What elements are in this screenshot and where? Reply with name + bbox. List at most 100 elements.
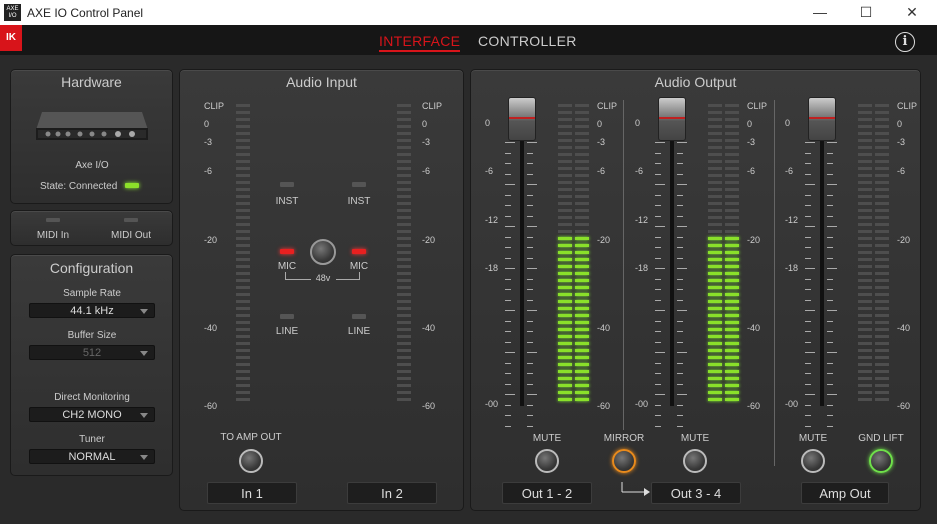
scale-label: -6	[897, 166, 906, 176]
meter-segment	[725, 356, 739, 359]
output-meter	[708, 104, 722, 406]
meter-segment	[397, 349, 411, 352]
meter-segment	[858, 209, 872, 212]
mirror-knob[interactable]	[612, 449, 636, 473]
meter-segment	[725, 321, 739, 324]
meter-segment	[575, 321, 589, 324]
meter-segment	[875, 209, 889, 212]
meter-segment	[575, 160, 589, 163]
out34-mute-knob[interactable]	[683, 449, 707, 473]
scale-label: -60	[204, 401, 218, 411]
meter-segment	[858, 118, 872, 121]
device-image	[36, 112, 148, 140]
meter-segment	[236, 174, 250, 177]
input-2-inst-label[interactable]: INST	[348, 196, 371, 207]
amp-out-button[interactable]: Amp Out	[801, 482, 889, 504]
fader-tick	[527, 163, 533, 164]
tab-interface[interactable]: INTERFACE	[379, 33, 461, 52]
scale-label: -20	[204, 235, 218, 245]
out12-button[interactable]: Out 1 - 2	[502, 482, 592, 504]
tab-controller[interactable]: CONTROLLER	[478, 33, 577, 49]
meter-segment	[558, 153, 572, 156]
meter-segment	[708, 132, 722, 135]
to-amp-out-knob[interactable]	[239, 449, 263, 473]
fader-track[interactable]	[670, 110, 674, 406]
sample-rate-select[interactable]: 44.1 kHz	[29, 303, 155, 318]
meter-segment	[575, 118, 589, 121]
meter-segment	[725, 349, 739, 352]
fader-tick	[527, 268, 537, 269]
close-button[interactable]: ✕	[889, 0, 935, 25]
info-icon[interactable]: i	[895, 32, 915, 52]
fader-tick	[505, 268, 515, 269]
input-2-button[interactable]: In 2	[347, 482, 437, 504]
fader-track[interactable]	[520, 110, 524, 406]
meter-segment	[858, 349, 872, 352]
meter-segment	[708, 230, 722, 233]
meter-segment	[558, 251, 572, 254]
meter-segment	[575, 251, 589, 254]
fader-tick	[527, 184, 537, 185]
gnd-lift-knob[interactable]	[869, 449, 893, 473]
fader-tick	[505, 184, 515, 185]
input-2-mic-label[interactable]: MIC	[350, 261, 368, 272]
out34-button[interactable]: Out 3 - 4	[651, 482, 741, 504]
meter-segment	[875, 328, 889, 331]
direct-monitoring-label: Direct Monitoring	[54, 392, 130, 403]
fader-tick	[655, 152, 661, 154]
meter-segment	[725, 307, 739, 310]
fader-handle[interactable]	[808, 97, 836, 141]
fader-tick	[805, 383, 811, 385]
meter-segment	[236, 370, 250, 373]
input-1-button[interactable]: In 1	[207, 482, 297, 504]
fader-handle[interactable]	[508, 97, 536, 141]
amp-mute-knob[interactable]	[801, 449, 825, 473]
meter-segment	[397, 286, 411, 289]
direct-monitoring-select[interactable]: CH2 MONO	[29, 407, 155, 422]
meter-segment	[858, 286, 872, 289]
fader-tick	[527, 341, 533, 343]
phantom-power-knob[interactable]	[310, 239, 336, 265]
input-1-mic-label[interactable]: MIC	[278, 261, 296, 272]
meter-segment	[875, 223, 889, 226]
scale-label: -40	[422, 323, 436, 333]
meter-segment	[858, 279, 872, 282]
meter-segment	[397, 342, 411, 345]
fader-tick	[827, 163, 833, 164]
input-1-line-label[interactable]: LINE	[276, 326, 298, 337]
input-1-inst-led	[280, 182, 294, 187]
buffer-size-select[interactable]: 512	[29, 345, 155, 360]
fader-tick	[655, 289, 661, 290]
meter-segment	[397, 153, 411, 156]
meter-segment	[558, 132, 572, 135]
maximize-button[interactable]: ☐	[843, 0, 889, 25]
fader-tick	[527, 278, 533, 280]
input-2-line-led	[352, 314, 366, 319]
meter-segment	[236, 349, 250, 352]
fader-handle[interactable]	[658, 97, 686, 141]
meter-segment	[725, 167, 739, 170]
fader-tick	[655, 205, 661, 206]
input-1-inst-label[interactable]: INST	[276, 196, 299, 207]
tuner-select[interactable]: NORMAL	[29, 449, 155, 464]
fader-tick	[805, 425, 811, 427]
minimize-button[interactable]: —	[797, 0, 843, 25]
meter-segment	[558, 356, 572, 359]
status-led	[125, 183, 139, 188]
meter-segment	[858, 265, 872, 268]
scale-label: CLIP	[747, 101, 768, 111]
meter-segment	[236, 272, 250, 275]
meter-segment	[725, 216, 739, 219]
meter-segment	[558, 328, 572, 331]
scale-label: -3	[897, 137, 906, 147]
out12-mute-knob[interactable]	[535, 449, 559, 473]
input-2-line-label[interactable]: LINE	[348, 326, 370, 337]
fader-tick	[805, 299, 811, 301]
meter-segment	[725, 237, 739, 240]
meter-segment	[858, 370, 872, 373]
meter-segment	[397, 384, 411, 387]
fader-track[interactable]	[820, 110, 824, 406]
meter-segment	[875, 202, 889, 205]
fader-tick	[677, 320, 683, 322]
meter-segment	[575, 314, 589, 317]
